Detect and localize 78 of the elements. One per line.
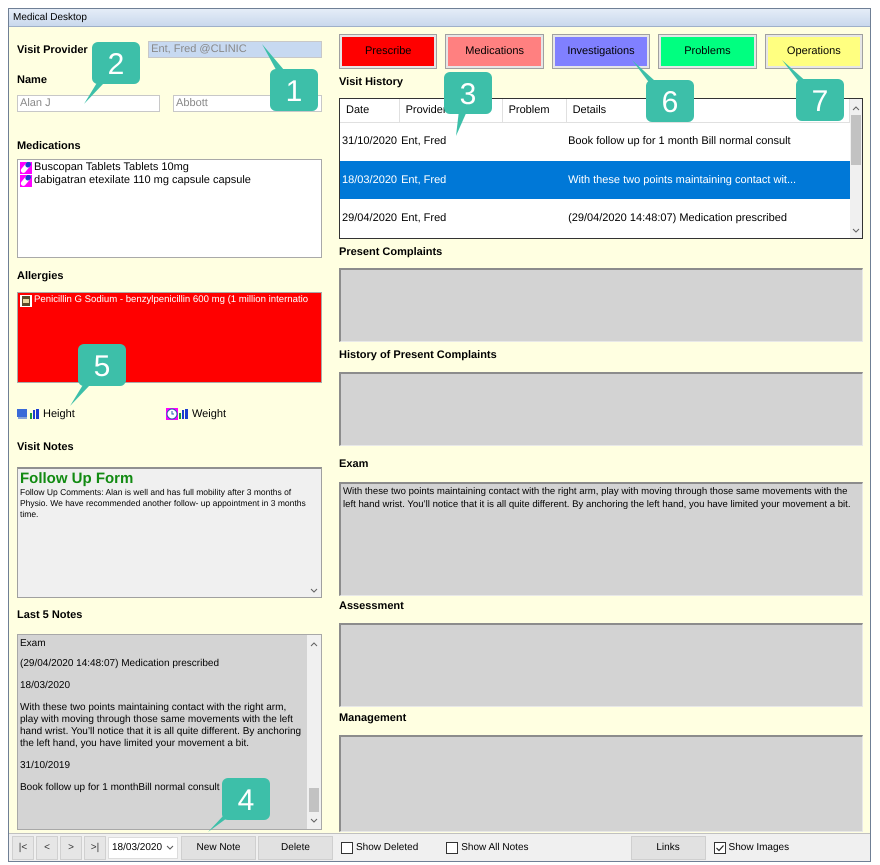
note-entry: 18/03/2020 bbox=[20, 680, 72, 692]
table-cell: Book follow up for 1 month Bill normal consult bbox=[568, 135, 791, 148]
form-title: Follow Up Form bbox=[20, 470, 134, 487]
table-cell: With these two points maintaining contact wit... bbox=[568, 174, 796, 186]
action-button[interactable]: Medications bbox=[445, 34, 544, 69]
checkbox-label[interactable]: Show All Notes bbox=[461, 840, 529, 856]
table-cell: Ent, Fred bbox=[401, 174, 446, 186]
nav-button[interactable]: < bbox=[36, 836, 58, 860]
toolbar-button[interactable]: Delete bbox=[258, 836, 333, 860]
action-button[interactable]: Prescribe bbox=[339, 34, 438, 69]
column-header[interactable]: Problem bbox=[502, 99, 566, 122]
section-label: Present Complaints bbox=[339, 245, 444, 260]
scroll-up-icon bbox=[852, 105, 860, 111]
measurement-link[interactable]: Height bbox=[43, 406, 75, 422]
note-entry: (29/04/2020 14:48:07) Medication prescribed bbox=[20, 658, 220, 670]
field-label: Visit Provider bbox=[17, 42, 89, 58]
note-entry: Exam bbox=[20, 638, 47, 650]
measurement-link[interactable]: Weight bbox=[192, 406, 226, 422]
checkbox[interactable] bbox=[446, 842, 458, 854]
section-label: Medications bbox=[17, 139, 82, 154]
date-dropdown[interactable]: 18/03/2020 bbox=[108, 836, 178, 859]
action-button[interactable]: Problems bbox=[658, 34, 757, 69]
section-label: Visit History bbox=[339, 75, 404, 90]
scrollbar-thumb[interactable] bbox=[851, 115, 861, 165]
section-label: Last 5 Notes bbox=[17, 608, 84, 623]
text-area[interactable] bbox=[339, 482, 863, 596]
checkbox[interactable] bbox=[341, 842, 353, 854]
table-cell: 29/04/2020 bbox=[342, 212, 398, 224]
section-label: Assessment bbox=[339, 599, 405, 614]
monitor-chart-icon bbox=[17, 408, 39, 420]
scrollbar-track[interactable] bbox=[850, 99, 862, 238]
first-name-field[interactable]: Alan J bbox=[17, 95, 160, 112]
table-cell: 18/03/2020 bbox=[342, 174, 398, 186]
scrollbar-thumb[interactable] bbox=[309, 788, 319, 812]
section-label: History of Present Complaints bbox=[339, 348, 498, 363]
scroll-down-icon bbox=[310, 588, 318, 594]
pill-icon bbox=[20, 162, 32, 174]
note-entry: With these two points maintaining contact with the right arm, play with moving through those same movements with the left hand wrist. You’ll notice that it is all quite different. By anchoring the left hand, you have limited your movement a bit. bbox=[20, 702, 302, 750]
field-label: Name bbox=[17, 73, 48, 88]
callout-tooltip: 3 bbox=[444, 72, 492, 136]
checkbox[interactable] bbox=[714, 842, 726, 854]
scrollbar-track[interactable] bbox=[307, 635, 321, 829]
caret-icon bbox=[166, 845, 174, 850]
nav-button[interactable]: > bbox=[60, 836, 82, 860]
section-label: Exam bbox=[339, 457, 370, 472]
callout-tooltip: 1 bbox=[262, 44, 318, 111]
section-label: Allergies bbox=[17, 269, 64, 284]
table-cell: 31/10/2020 bbox=[342, 135, 398, 148]
checkbox-label[interactable]: Show Deleted bbox=[356, 840, 418, 856]
note-entry: Book follow up for 1 monthBill normal consult bbox=[20, 782, 221, 794]
action-button[interactable]: Investigations bbox=[552, 34, 650, 69]
checkbox-label[interactable]: Show Images bbox=[728, 840, 790, 856]
table-cell: (29/04/2020 14:48:07) Medication prescribed bbox=[568, 212, 787, 224]
action-button[interactable]: Operations bbox=[764, 34, 864, 69]
allergy-item[interactable]: Penicillin G Sodium - benzylpenicillin 600 mg (1 million internatio bbox=[34, 293, 308, 308]
nav-button[interactable]: |< bbox=[12, 836, 34, 860]
scroll-down-icon bbox=[852, 228, 860, 234]
section-label: Management bbox=[339, 711, 408, 726]
pill-icon bbox=[20, 174, 32, 186]
callout-tooltip: 6 bbox=[632, 60, 694, 122]
window-title: Medical Desktop bbox=[9, 9, 870, 27]
table-row[interactable]: 29/04/2020 Ent, Fred (29/04/2020 14:48:07) Medication prescribed bbox=[340, 199, 850, 238]
scroll-up-icon bbox=[310, 641, 318, 647]
callout-tooltip: 5 bbox=[70, 344, 126, 406]
table-cell: Ent, Fred bbox=[401, 212, 446, 224]
section-label: Visit Notes bbox=[17, 440, 75, 455]
table-cell: Ent, Fred bbox=[401, 135, 446, 148]
nav-button[interactable]: >| bbox=[84, 836, 106, 860]
section-text: With these two points maintaining contact with the right arm, play with moving through those same movements with the left hand wrist. You’ll notice that it is all quite different. By anchoring the left hand, you have limited your movement a bit. bbox=[343, 485, 852, 511]
clock-chart-icon bbox=[166, 408, 188, 420]
toolbar-button[interactable]: Links bbox=[630, 836, 706, 860]
toolbar-button[interactable]: New Note bbox=[181, 836, 256, 860]
column-header[interactable]: Date bbox=[340, 99, 400, 122]
scroll-down-icon bbox=[310, 818, 318, 824]
note-entry: 31/10/2019 bbox=[20, 760, 72, 772]
jar-icon bbox=[20, 294, 32, 306]
callout-tooltip: 7 bbox=[782, 60, 844, 121]
note-text: Follow Up Comments: Alan is well and has full mobility after 3 months of Physio. We have recommended another follow- up appointment in 3 months time. bbox=[20, 487, 307, 520]
